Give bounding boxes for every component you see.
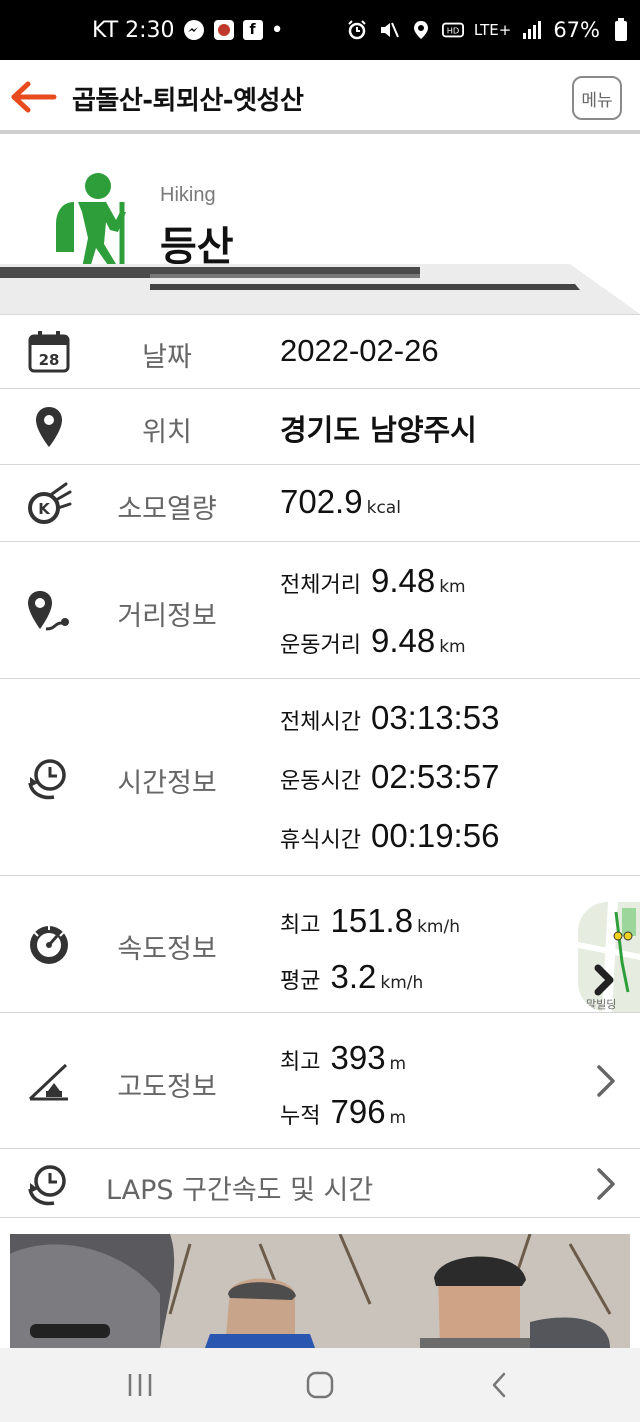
status-left: KT 2:30 f • — [92, 14, 284, 46]
move-time-line: 운동시간 02:53:57 — [280, 758, 499, 796]
avg-speed-line: 평균 3.2 km/h — [280, 958, 423, 996]
status-bar: KT 2:30 f • HD LTE+ 67% — [0, 0, 640, 60]
location-pin-icon — [24, 402, 74, 452]
speedometer-icon — [24, 920, 74, 970]
max-altitude-value: 393 — [330, 1039, 386, 1076]
menu-button[interactable]: 메뉴 — [572, 76, 622, 120]
altitude-label: 고도정보 — [117, 1072, 217, 1103]
avg-speed-value: 3.2 — [330, 958, 377, 995]
move-time-label: 운동시간 — [280, 769, 361, 794]
alarm-icon — [346, 19, 368, 41]
total-distance-value: 9.48 — [370, 562, 436, 599]
recents-icon[interactable] — [120, 1368, 160, 1402]
move-distance-line: 운동거리 9.48 km — [280, 622, 466, 660]
home-icon[interactable] — [300, 1368, 340, 1402]
time-row: 시간정보 전체시간 03:13:53 운동시간 02:53:57 휴식시간 00… — [0, 678, 640, 875]
avg-speed-unit: km/h — [380, 973, 424, 993]
cum-altitude-label: 누적 — [280, 1104, 321, 1129]
cum-altitude-unit: m — [389, 1108, 407, 1128]
route-pin-icon — [24, 587, 74, 637]
facebook-icon: f — [242, 20, 263, 40]
laps-chevron-right-icon[interactable] — [594, 1166, 618, 1202]
total-time-label: 전체시간 — [280, 710, 361, 735]
calories-unit: kcal — [366, 498, 401, 518]
system-nav-bar — [0, 1348, 640, 1422]
calorie-burn-icon: K — [24, 478, 74, 528]
svg-text:HD: HD — [447, 26, 460, 36]
max-altitude-label: 최고 — [280, 1050, 321, 1075]
carrier-time: KT 2:30 — [92, 17, 175, 43]
calorie-letter: K — [38, 500, 51, 518]
location-value: 경기도 남양주시 — [280, 413, 477, 447]
total-time-value: 03:13:53 — [370, 699, 500, 736]
distance-row: 거리정보 전체거리 9.48 km 운동거리 9.48 km — [0, 541, 640, 678]
rest-time-line: 휴식시간 00:19:56 — [280, 817, 499, 855]
total-distance-unit: km — [439, 577, 466, 597]
cum-altitude-value: 796 — [330, 1093, 386, 1130]
mute-icon — [378, 19, 400, 41]
max-speed-unit: km/h — [417, 917, 460, 937]
total-distance-label: 전체거리 — [280, 573, 361, 598]
activity-header: Hiking 등산 — [0, 138, 640, 314]
max-speed-label: 최고 — [280, 913, 321, 938]
map-thumbnail[interactable]: 말빌딩 — [578, 902, 640, 1012]
hd-icon: HD — [441, 19, 464, 41]
signal-icon — [521, 19, 543, 41]
max-altitude-unit: m — [389, 1054, 407, 1074]
calories-value: 702.9 — [280, 483, 363, 520]
page-title: 곱돌산-퇴뫼산-옛성산 — [72, 86, 304, 116]
calendar-icon: 28 — [24, 327, 74, 377]
status-dot: • — [270, 17, 284, 43]
altitude-slope-icon — [24, 1057, 74, 1107]
messenger-icon — [183, 19, 205, 41]
time-label: 시간정보 — [117, 768, 217, 799]
laps-row[interactable]: LAPS 구간속도 및 시간 — [0, 1148, 640, 1218]
calories-label: 소모열량 — [117, 494, 217, 525]
max-speed-value: 151.8 — [330, 902, 414, 939]
avg-speed-label: 평균 — [280, 969, 321, 994]
date-value: 2022-02-26 — [280, 333, 439, 368]
speed-row[interactable]: 속도정보 최고 151.8 km/h 평균 3.2 km/h 말빌딩 — [0, 875, 640, 1012]
back-arrow-icon[interactable] — [10, 80, 58, 114]
chevron-right-icon[interactable] — [594, 1063, 618, 1099]
laps-clock-icon — [24, 1159, 74, 1209]
move-time-value: 02:53:57 — [370, 758, 500, 795]
network-type: LTE+ — [473, 21, 512, 39]
calories-row: K 소모열량 702.9 kcal — [0, 464, 640, 541]
hiking-photo[interactable] — [10, 1234, 630, 1348]
battery-percent: 67% — [553, 18, 600, 42]
max-altitude-line: 최고 393 m — [280, 1039, 406, 1077]
header-ramp — [0, 264, 640, 314]
activity-english: Hiking — [160, 184, 216, 206]
max-speed-line: 최고 151.8 km/h — [280, 902, 460, 940]
date-row: 28 날짜 2022-02-26 — [0, 314, 640, 388]
altitude-row[interactable]: 고도정보 최고 393 m 누적 796 m — [0, 1012, 640, 1148]
calories-value-line: 702.9 kcal — [280, 483, 401, 521]
status-right: HD LTE+ 67% — [346, 14, 632, 46]
move-distance-value: 9.48 — [370, 622, 436, 659]
rest-time-label: 휴식시간 — [280, 828, 361, 853]
title-bar: 곱돌산-퇴뫼산-옛성산 메뉴 — [0, 60, 640, 134]
laps-label: LAPS 구간속도 및 시간 — [106, 1175, 374, 1206]
rest-time-value: 00:19:56 — [370, 817, 500, 854]
speed-label: 속도정보 — [117, 934, 217, 965]
cum-altitude-line: 누적 796 m — [280, 1093, 406, 1131]
distance-label: 거리정보 — [117, 601, 217, 632]
calendar-day: 28 — [39, 351, 60, 369]
location-row: 위치 경기도 남양주시 — [0, 388, 640, 464]
total-distance-line: 전체거리 9.48 km — [280, 562, 466, 600]
clock-cycle-icon — [24, 753, 74, 803]
move-distance-unit: km — [439, 637, 466, 657]
move-distance-label: 운동거리 — [280, 633, 361, 658]
date-label: 날짜 — [142, 342, 192, 373]
total-time-line: 전체시간 03:13:53 — [280, 699, 499, 737]
location-icon — [410, 19, 432, 41]
location-label: 위치 — [142, 417, 192, 448]
back-icon[interactable] — [480, 1368, 520, 1402]
app-icon — [213, 19, 235, 41]
map-label: 말빌딩 — [586, 998, 616, 1011]
battery-icon — [610, 18, 632, 41]
